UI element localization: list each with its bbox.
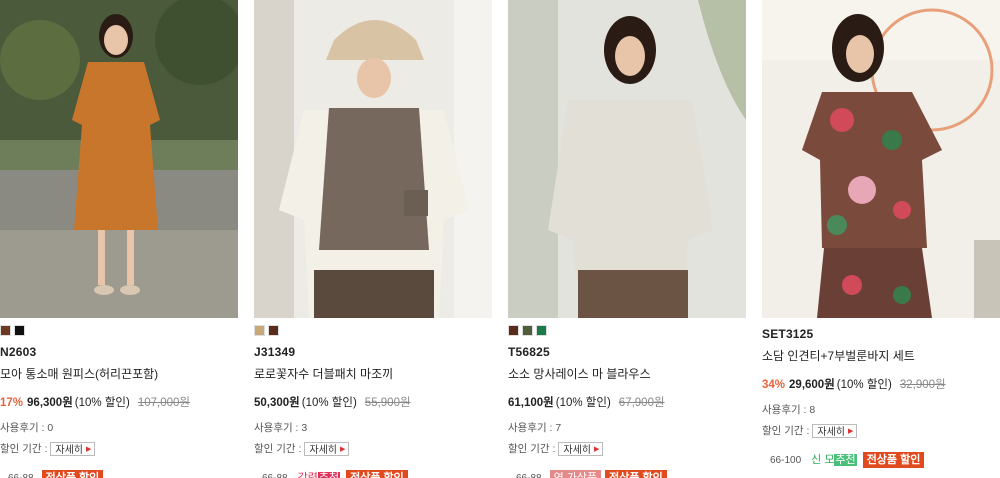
size-range: 66-88: [516, 472, 542, 478]
product-image[interactable]: [508, 0, 746, 318]
detail-button-label: 자세히: [309, 445, 338, 456]
discount-note: (10% 할인): [836, 379, 892, 391]
product-name[interactable]: 모아 통소매 원피스(허리끈포함): [0, 365, 238, 382]
detail-button[interactable]: 자세히 ▶: [304, 441, 350, 456]
color-swatch[interactable]: [268, 325, 279, 336]
badge-row: 66-88 연 가상품 전상품 할인: [508, 470, 746, 478]
price-row: 17% 96,300원 (10% 할인) 107,000원: [0, 394, 238, 410]
color-swatch[interactable]: [0, 325, 11, 336]
color-swatch[interactable]: [254, 325, 265, 336]
discount-note: (10% 할인): [74, 397, 130, 409]
product-name[interactable]: 소담 인견티+7부벌룬바지 세트: [762, 347, 1000, 364]
triangle-right-icon: ▶: [594, 445, 600, 453]
color-swatch[interactable]: [536, 325, 547, 336]
review-count: 사용후기 : 7: [508, 422, 562, 434]
color-swatches: [508, 325, 746, 337]
new-recommend-badge: 신 모추천: [809, 452, 859, 468]
color-swatches: [254, 325, 492, 337]
discount-period: 할인 기간 : 자세히 ▶: [508, 441, 746, 456]
new-recommend-badge-text: 신 모: [811, 454, 835, 466]
product-card: N2603 모아 통소매 원피스(허리끈포함) 17% 96,300원 (10% 할…: [0, 0, 238, 478]
triangle-right-icon: ▶: [86, 445, 92, 453]
size-range: 66-100: [770, 454, 802, 466]
product-card: SET3125 소담 인견티+7부벌룬바지 세트 34% 29,600원 (10% …: [762, 0, 1000, 468]
product-code[interactable]: T56825: [508, 345, 746, 359]
badge-row: 66-100 신 모추천 전상품 할인: [762, 452, 1000, 468]
recommend-badge-highlight: 추천: [317, 472, 341, 478]
badge-row: 66-88 전상품 할인: [0, 470, 238, 478]
product-code[interactable]: N2603: [0, 345, 238, 359]
discount-rate: 17%: [0, 397, 24, 409]
discount-rate: 34%: [762, 379, 786, 391]
original-price: 107,000원: [137, 397, 190, 409]
discount-period: 할인 기간 : 자세히 ▶: [762, 423, 1000, 438]
detail-button[interactable]: 자세히 ▶: [50, 441, 96, 456]
detail-button-label: 자세히: [817, 427, 846, 438]
discount-period-label: 할인 기간 :: [762, 425, 810, 437]
original-price: 55,900원: [364, 397, 411, 409]
color-swatch[interactable]: [508, 325, 519, 336]
color-swatch[interactable]: [14, 325, 25, 336]
triangle-right-icon: ▶: [340, 445, 346, 453]
sale-price: 50,300원: [254, 397, 300, 409]
original-price: 32,900원: [899, 379, 946, 391]
price-row: 50,300원 (10% 할인) 55,900원: [254, 394, 492, 410]
price-row: 61,100원 (10% 할인) 67,900원: [508, 394, 746, 410]
color-swatch[interactable]: [522, 325, 533, 336]
size-range: 66-88: [8, 472, 34, 478]
product-card: T56825 소소 망사레이스 마 블라우스 61,100원 (10% 할인) 67…: [508, 0, 746, 478]
detail-button-label: 자세히: [55, 445, 84, 456]
sale-price: 96,300원: [27, 397, 73, 409]
new-recommend-badge-highlight: 추천: [834, 454, 857, 466]
product-card: J31349 로로꽃자수 더블패치 마조끼 50,300원 (10% 할인) 55,…: [254, 0, 492, 478]
review-count: 사용후기 : 3: [254, 422, 308, 434]
sale-price: 29,600원: [789, 379, 835, 391]
size-range: 66-88: [262, 472, 288, 478]
review-count: 사용후기 : 0: [0, 422, 54, 434]
product-code[interactable]: SET3125: [762, 327, 1000, 341]
detail-button[interactable]: 자세히 ▶: [558, 441, 604, 456]
product-image[interactable]: [0, 0, 238, 318]
sale-price: 61,100원: [508, 397, 554, 409]
recommend-badge-text: 강력: [297, 472, 318, 478]
age-product-badge: 연 가상품: [549, 470, 602, 478]
discount-note: (10% 할인): [301, 397, 357, 409]
detail-button[interactable]: 자세히 ▶: [812, 423, 858, 438]
product-name[interactable]: 로로꽃자수 더블패치 마조끼: [254, 365, 492, 382]
product-image[interactable]: [762, 0, 1000, 318]
product-image[interactable]: [254, 0, 492, 318]
original-price: 67,900원: [618, 397, 665, 409]
detail-button-label: 자세히: [563, 445, 592, 456]
discount-period-label: 할인 기간 :: [508, 443, 556, 455]
review-count: 사용후기 : 8: [762, 404, 816, 416]
discount-period: 할인 기간 : 자세히 ▶: [254, 441, 492, 456]
price-row: 34% 29,600원 (10% 할인) 32,900원: [762, 376, 1000, 392]
all-sale-badge: 전상품 할인: [605, 470, 667, 478]
recommend-badge: 강력추천: [296, 470, 343, 478]
discount-period-label: 할인 기간 :: [254, 443, 302, 455]
discount-period: 할인 기간 : 자세히 ▶: [0, 441, 238, 456]
triangle-right-icon: ▶: [848, 427, 854, 435]
discount-note: (10% 할인): [555, 397, 611, 409]
discount-period-label: 할인 기간 :: [0, 443, 48, 455]
all-sale-badge: 전상품 할인: [346, 470, 408, 478]
all-sale-badge: 전상품 할인: [41, 470, 104, 478]
product-code[interactable]: J31349: [254, 345, 492, 359]
badge-row: 66-88 강력추천 전상품 할인: [254, 470, 492, 478]
all-sale-badge: 전상품 할인: [862, 452, 925, 468]
product-name[interactable]: 소소 망사레이스 마 블라우스: [508, 365, 746, 382]
color-swatches: [0, 325, 238, 337]
